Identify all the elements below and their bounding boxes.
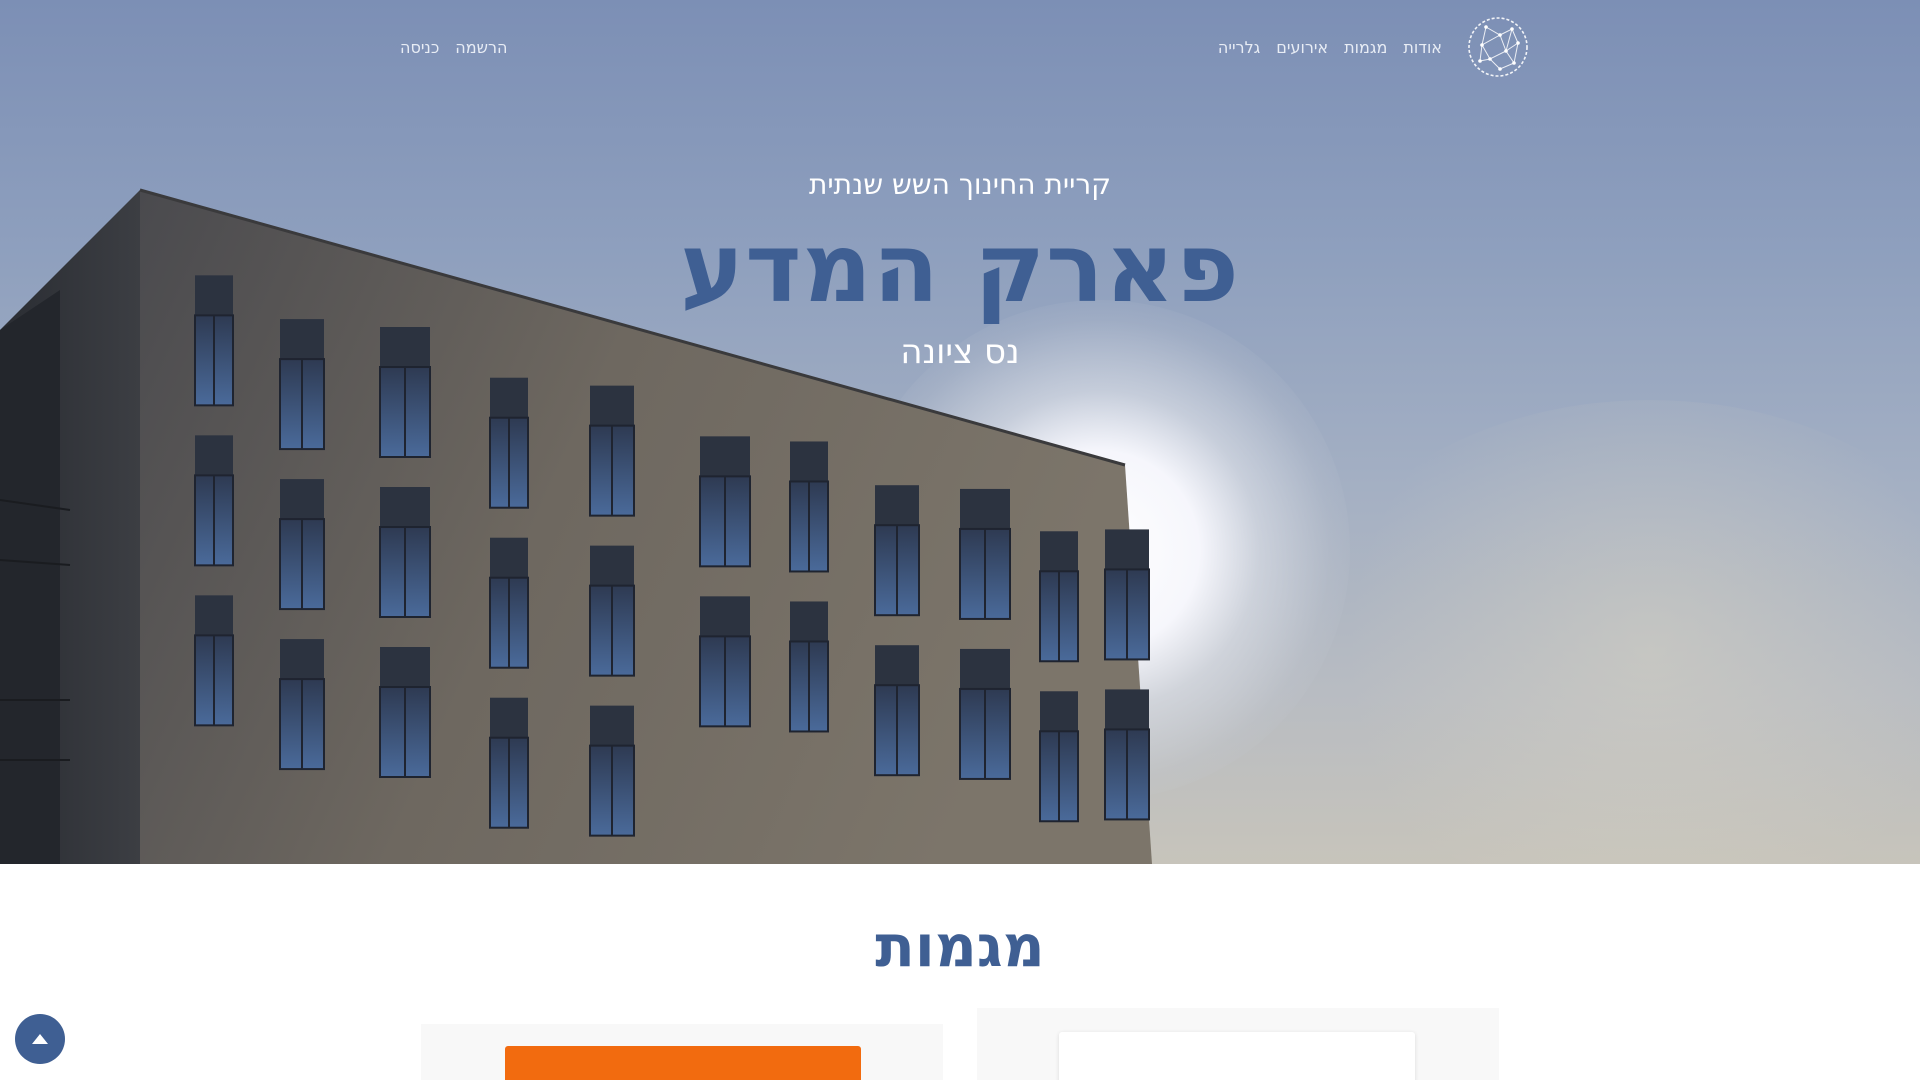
hero-subtitle: קריית החינוך השש שנתית: [808, 168, 1112, 201]
hero-banner: [0, 0, 1920, 864]
back-to-top-button[interactable]: [15, 1014, 65, 1064]
login-link[interactable]: כניסה: [392, 38, 447, 57]
auth-nav: הרשמה כניסה: [392, 38, 515, 57]
nav-link-events[interactable]: אירועים: [1268, 38, 1336, 57]
globe-network-logo-icon[interactable]: [1466, 15, 1530, 79]
hero-title: פארק המדע: [680, 212, 1240, 324]
major-card-banner: [505, 1046, 861, 1080]
major-card[interactable]: [977, 1008, 1499, 1080]
arrow-up-icon: [32, 1034, 48, 1044]
nav-link-majors[interactable]: מגמות: [1336, 38, 1395, 57]
nav-link-about[interactable]: אודות: [1395, 38, 1450, 57]
nav-link-gallery[interactable]: גלרייה: [1210, 38, 1268, 57]
register-link[interactable]: הרשמה: [447, 38, 515, 57]
section-title-majors: מגמות: [875, 912, 1045, 980]
main-nav: אודות מגמות אירועים גלרייה: [1210, 38, 1450, 57]
hero-city: נס ציונה: [900, 332, 1020, 372]
major-card[interactable]: [421, 1024, 943, 1080]
school-building-image: [0, 188, 1152, 864]
major-card-image: [1059, 1032, 1415, 1080]
